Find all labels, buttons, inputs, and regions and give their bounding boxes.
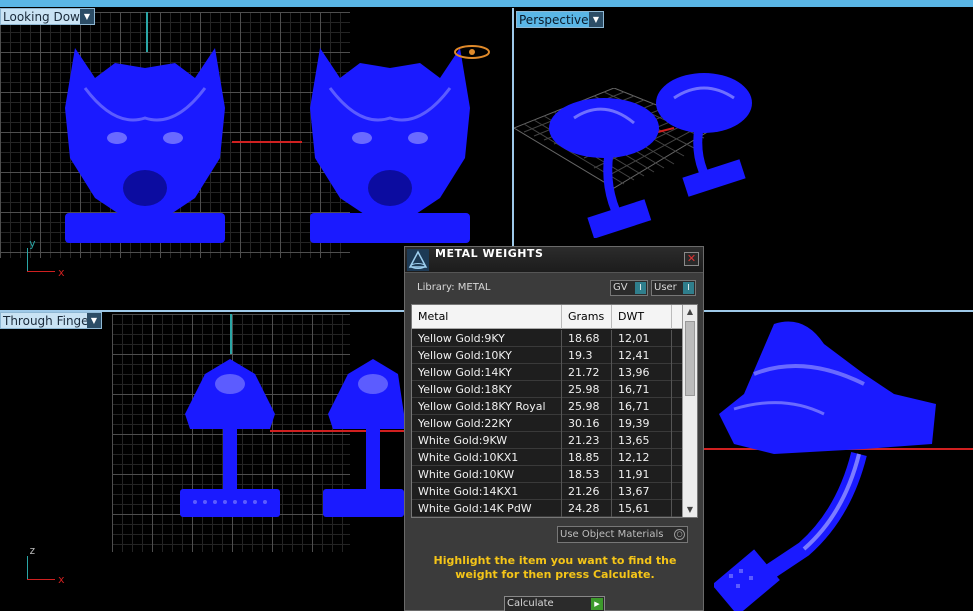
chevron-down-icon[interactable]: ▼ — [589, 12, 603, 27]
column-header-metal[interactable]: Metal — [412, 305, 562, 329]
cell-grams: 21.26 — [562, 483, 612, 500]
cell-grams: 25.98 — [562, 398, 612, 415]
chevron-down-icon[interactable]: ▼ — [80, 9, 94, 24]
cell-dwt: 12,41 — [612, 347, 672, 364]
use-object-materials-toggle[interactable]: Use Object Materials ○ — [557, 526, 688, 543]
side-view-model[interactable] — [318, 354, 404, 524]
app-logo-icon — [407, 249, 429, 271]
wolf-head-model[interactable] — [55, 38, 235, 248]
cell-dwt: 17,12 — [612, 517, 672, 518]
cell-metal: White Gold:10KX1 — [412, 449, 562, 466]
axis-label-z: z — [29, 544, 36, 557]
cell-metal: Yellow Gold:9KY — [412, 330, 562, 347]
table-row[interactable]: Yellow Gold:9KY 18.68 12,01 — [412, 330, 682, 347]
cell-dwt: 11,91 — [612, 466, 672, 483]
cell-metal: White Gold:9KW — [412, 432, 562, 449]
cell-grams: 21.23 — [562, 432, 612, 449]
top-title-strip — [0, 0, 973, 7]
axis-gizmo-x-line — [27, 271, 55, 272]
table-row[interactable]: Yellow Gold:10KY 19.3 12,41 — [412, 347, 682, 364]
table-row[interactable]: White Gold:14K PdW 24.28 15,61 — [412, 500, 682, 517]
cell-dwt: 16,71 — [612, 381, 672, 398]
cell-dwt: 12,12 — [612, 449, 672, 466]
cell-grams: 18.85 — [562, 449, 612, 466]
chevron-down-icon[interactable]: ▼ — [87, 313, 101, 328]
column-header-grams[interactable]: Grams — [562, 305, 612, 329]
play-icon: ▶ — [591, 598, 603, 610]
cell-grams: 19.3 — [562, 347, 612, 364]
cell-metal: White Gold:14KX1 — [412, 483, 562, 500]
axis-red-line — [232, 141, 302, 143]
scroll-up-icon[interactable]: ▲ — [683, 305, 697, 319]
table-row[interactable]: White Gold:14KX1 21.26 13,67 — [412, 483, 682, 500]
cell-grams: 18.68 — [562, 330, 612, 347]
toggle-indicator-icon: I — [683, 282, 694, 294]
cell-dwt: 13,65 — [612, 432, 672, 449]
table-row[interactable]: Yellow Gold:18KY Royal 25.98 16,71 — [412, 398, 682, 415]
axis-gizmo-z-line — [27, 556, 28, 580]
side-view-model[interactable] — [714, 314, 949, 611]
viewport-label-through-finger[interactable]: Through Finger ▼ — [0, 312, 102, 329]
table-row[interactable]: White Gold:10KW 18.53 11,91 — [412, 466, 682, 483]
scroll-down-icon[interactable]: ▼ — [683, 503, 697, 517]
axis-label-y: y — [29, 237, 36, 250]
cell-grams: 18.67 — [562, 517, 612, 518]
cell-grams: 21.72 — [562, 364, 612, 381]
cell-metal: Yellow Gold:14KY — [412, 364, 562, 381]
viewport-label-perspective[interactable]: Perspective ▼ — [516, 11, 604, 28]
table-scrollbar[interactable]: ▲ ▼ — [682, 305, 697, 517]
cell-dwt: 16,71 — [612, 398, 672, 415]
metal-weights-dialog[interactable]: METAL WEIGHTS ✕ Library: METAL GV I User… — [404, 246, 704, 611]
cell-dwt: 13,96 — [612, 364, 672, 381]
cell-dwt: 19,39 — [612, 415, 672, 432]
user-toggle[interactable]: User I — [651, 280, 696, 296]
side-view-model[interactable] — [175, 354, 285, 524]
table-row[interactable]: White Gold:14KW18.6717,12 — [412, 517, 682, 518]
viewport-through-finger[interactable]: z x Through Finger ▼ — [0, 312, 404, 611]
radio-icon: ○ — [674, 529, 685, 540]
dialog-title: METAL WEIGHTS — [435, 247, 544, 260]
close-icon[interactable]: ✕ — [684, 252, 699, 266]
scrollbar-thumb[interactable] — [685, 321, 695, 396]
table-row[interactable]: Yellow Gold:18KY 25.98 16,71 — [412, 381, 682, 398]
cell-grams: 18.53 — [562, 466, 612, 483]
cell-metal: Yellow Gold:10KY — [412, 347, 562, 364]
axis-gizmo-y-line — [27, 248, 28, 272]
table-row[interactable]: Yellow Gold:22KY 30.16 19,39 — [412, 415, 682, 432]
perspective-model[interactable] — [534, 68, 764, 238]
cell-metal: Yellow Gold:18KY — [412, 381, 562, 398]
table-row[interactable]: Yellow Gold:14KY 21.72 13,96 — [412, 364, 682, 381]
axis-teal-line — [230, 314, 232, 354]
cell-metal: Yellow Gold:18KY Royal — [412, 398, 562, 415]
cell-dwt: 13,67 — [612, 483, 672, 500]
light-gizmo-icon[interactable] — [452, 42, 492, 62]
viewport-label-looking-down[interactable]: Looking Down ▼ — [0, 8, 95, 25]
cell-grams: 25.98 — [562, 381, 612, 398]
cell-metal: Yellow Gold:22KY — [412, 415, 562, 432]
calculate-button[interactable]: Calculate ▶ — [504, 596, 605, 611]
metal-weights-table[interactable]: Metal Grams DWT Yellow Gold:9KY 18.68 12,0… — [411, 304, 698, 518]
cell-grams: 30.16 — [562, 415, 612, 432]
gv-toggle[interactable]: GV I — [610, 280, 648, 296]
library-label: Library: METAL — [417, 282, 491, 293]
axis-label-x: x — [58, 573, 65, 586]
table-row[interactable]: White Gold:10KX1 18.85 12,12 — [412, 449, 682, 466]
cell-dwt: 15,61 — [612, 500, 672, 517]
wolf-head-model[interactable] — [300, 38, 480, 248]
instruction-text: Highlight the item you want to find the … — [433, 554, 677, 581]
cell-metal: White Gold:10KW — [412, 466, 562, 483]
cell-grams: 24.28 — [562, 500, 612, 517]
cell-dwt: 12,01 — [612, 330, 672, 347]
cell-metal: White Gold:14K PdW — [412, 500, 562, 517]
dialog-title-bar[interactable]: METAL WEIGHTS ✕ — [405, 247, 703, 273]
column-header-dwt[interactable]: DWT — [612, 305, 672, 329]
cell-metal: White Gold:14KW — [412, 517, 562, 518]
table-row[interactable]: White Gold:9KW 21.23 13,65 — [412, 432, 682, 449]
axis-gizmo-x-line — [27, 579, 55, 580]
table-header: Metal Grams DWT — [412, 305, 697, 329]
toggle-indicator-icon: I — [635, 282, 646, 294]
viewport-right[interactable] — [704, 312, 973, 611]
table-body: Yellow Gold:9KY 18.68 12,01 Yellow Gold:10K… — [412, 330, 682, 518]
axis-label-x: x — [58, 266, 65, 279]
